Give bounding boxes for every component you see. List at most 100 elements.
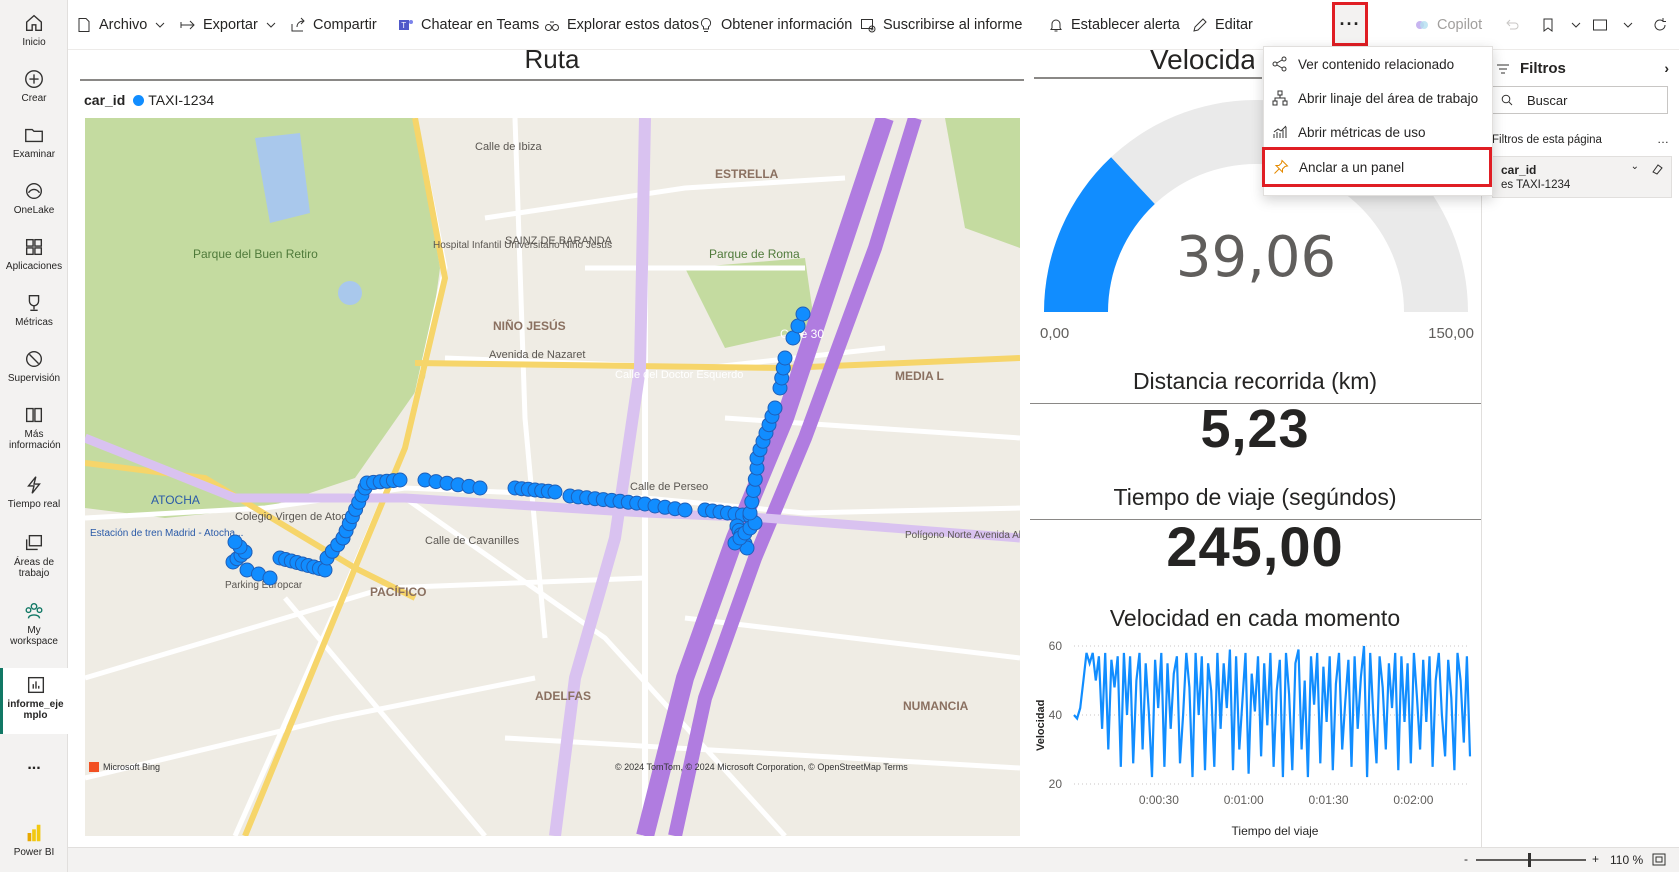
pond-shape	[338, 281, 362, 305]
insights-button[interactable]: Obtener información	[698, 13, 852, 37]
nav-apps[interactable]: Aplicaciones	[0, 236, 68, 272]
refresh-button[interactable]	[1652, 13, 1675, 37]
file-menu-button[interactable]: Archivo	[76, 13, 165, 37]
filter-search-input[interactable]: Buscar	[1492, 86, 1668, 114]
gauge-max: 150,00	[1428, 325, 1474, 342]
filter-icon	[1497, 64, 1509, 73]
workspaces-icon	[23, 532, 45, 554]
route-point[interactable]	[262, 570, 278, 586]
distance-value: 5,23	[1200, 399, 1310, 459]
route-point[interactable]	[767, 400, 783, 416]
subscribe-button[interactable]: Suscribirse al informe	[860, 13, 1022, 37]
explore-label: Explorar estos datos	[567, 17, 700, 33]
export-arrow-icon	[180, 20, 195, 30]
travel-time-title: Tiempo de viaje (segúndos)	[1113, 484, 1397, 510]
map-label: Parque de Roma	[709, 247, 800, 261]
nav-metrics[interactable]: Métricas	[0, 292, 68, 328]
bookmark-button[interactable]	[1540, 13, 1581, 37]
chevron-down-icon[interactable]: ⌄	[1631, 161, 1639, 172]
zoom-out-button[interactable]: -	[1464, 852, 1468, 866]
set-alert-button[interactable]: Establecer alerta	[1048, 13, 1180, 37]
gauge-min: 0,00	[1040, 325, 1069, 342]
teams-chat-button[interactable]: T Chatear en Teams	[398, 13, 539, 37]
filters-header: Filtros	[1496, 60, 1566, 77]
nav-learn[interactable]: Más información	[0, 404, 68, 451]
bookmark-icon	[1543, 18, 1553, 32]
more-options-button[interactable]: ···	[1332, 2, 1368, 46]
nav-label: informe_ejemplo	[7, 699, 64, 721]
menu-pin-to-dashboard[interactable]: Anclar a un panel	[1262, 147, 1492, 187]
bell-icon	[1050, 19, 1062, 32]
collapse-filters-icon[interactable]: ›	[1664, 60, 1669, 76]
powerbi-brand[interactable]: Power BI	[0, 822, 68, 858]
report-icon	[25, 674, 47, 696]
route-point[interactable]	[472, 480, 488, 496]
speed-series-line[interactable]	[1073, 645, 1472, 778]
lineage-icon	[1272, 90, 1288, 106]
nav-onelake[interactable]: OneLake	[0, 180, 68, 216]
share-label: Compartir	[313, 17, 377, 33]
x-tick-label: 0:00:30	[1139, 793, 1179, 807]
map-label: PACÍFICO	[370, 584, 426, 599]
nav-label: Áreas de trabajo	[13, 557, 55, 579]
export-label: Exportar	[203, 17, 258, 33]
route-point[interactable]	[795, 306, 811, 322]
route-point[interactable]	[227, 534, 243, 550]
home-icon	[23, 12, 45, 34]
route-point[interactable]	[547, 484, 563, 500]
map-canvas[interactable]: Calle de Ibiza ESTRELLA Parque del Buen …	[85, 118, 1020, 836]
x-tick-label: 0:01:00	[1224, 793, 1264, 807]
undo-button[interactable]	[1504, 13, 1527, 37]
menu-item-label: Anclar a un panel	[1299, 159, 1405, 175]
nav-workspaces[interactable]: Áreas de trabajo	[0, 532, 68, 579]
menu-usage-metrics[interactable]: Abrir métricas de uso	[1264, 115, 1492, 149]
travel-time-value: 245,00	[1166, 515, 1344, 578]
speed-line-chart[interactable]: Velocidad Tiempo del viaje 0:00:30 0:01:0…	[1030, 636, 1480, 842]
zoom-level: 110 %	[1610, 853, 1644, 867]
nav-label: Crear	[21, 93, 47, 104]
filters-pane: Filtros › Buscar Filtros de esta página …	[1481, 50, 1679, 847]
menu-workspace-lineage[interactable]: Abrir linaje del área de trabajo	[1264, 81, 1492, 115]
book-icon	[23, 404, 45, 426]
route-point[interactable]	[777, 350, 793, 366]
map-label: Hospital Infantil Universitario Niño Jes…	[433, 240, 612, 251]
report-toolbar: Archivo Exportar Compartir T Chatear en …	[68, 0, 1679, 50]
nav-realtime[interactable]: Tiempo real	[0, 474, 68, 510]
copilot-label: Copilot	[1437, 17, 1483, 33]
eraser-icon[interactable]	[1651, 163, 1663, 175]
filter-card-car-id[interactable]: car_id es TAXI-1234 ⌄	[1492, 156, 1672, 198]
copilot-button[interactable]: Copilot	[1414, 13, 1482, 37]
menu-related-content[interactable]: Ver contenido relacionado	[1264, 47, 1492, 81]
left-navigation: Inicio Crear Examinar OneLake Aplicacion…	[0, 0, 68, 872]
share-button[interactable]: Compartir	[290, 13, 377, 37]
explore-data-button[interactable]: Explorar estos datos	[544, 13, 699, 37]
zoom-slider-track[interactable]	[1476, 859, 1586, 861]
nav-home[interactable]: Inicio	[0, 12, 68, 48]
nav-more[interactable]: ...	[0, 756, 68, 774]
x-tick-label: 0:02:00	[1393, 793, 1433, 807]
alert-label: Establecer alerta	[1071, 17, 1180, 33]
y-tick-label: 60	[1049, 639, 1063, 653]
nav-my-workspace[interactable]: My workspace	[0, 600, 68, 647]
y-tick-label: 40	[1049, 708, 1063, 722]
nav-monitor[interactable]: Supervisión	[0, 348, 68, 384]
usage-metrics-icon	[1273, 125, 1287, 138]
linechart-title: Velocidad en cada momento	[1109, 605, 1401, 631]
page-filters-more-icon[interactable]: …	[1657, 132, 1669, 146]
fit-to-page-icon[interactable]	[1652, 853, 1666, 866]
edit-button[interactable]: Editar	[1192, 13, 1253, 37]
monitor-icon	[23, 348, 45, 370]
export-button[interactable]: Exportar	[180, 13, 276, 37]
map-label: NUMANCIA	[903, 699, 969, 713]
view-button[interactable]	[1592, 13, 1633, 37]
menu-item-label: Ver contenido relacionado	[1298, 56, 1455, 72]
nav-create[interactable]: Crear	[0, 68, 68, 104]
zoom-slider-thumb[interactable]	[1528, 853, 1531, 867]
nav-browse[interactable]: Examinar	[0, 124, 68, 160]
zoom-in-button[interactable]: +	[1592, 852, 1599, 866]
nav-report[interactable]: informe_ejemplo	[0, 668, 68, 734]
route-point[interactable]	[677, 502, 693, 518]
route-map[interactable]: Calle de Ibiza ESTRELLA Parque del Buen …	[85, 118, 1020, 836]
route-point[interactable]	[392, 472, 408, 488]
more-options-menu: Ver contenido relacionado Abrir linaje d…	[1262, 46, 1493, 196]
